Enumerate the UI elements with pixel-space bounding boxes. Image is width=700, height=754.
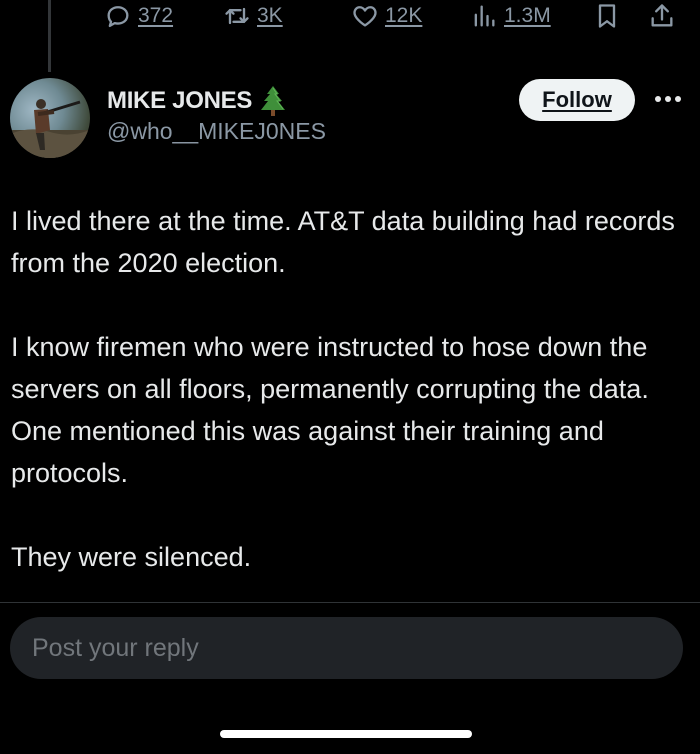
reply-action[interactable]: 372 bbox=[104, 2, 173, 30]
more-options-icon[interactable] bbox=[654, 94, 682, 104]
reply-input[interactable] bbox=[10, 617, 683, 679]
author-handle[interactable]: @who__MIKEJ0NES bbox=[107, 118, 326, 145]
like-count: 12K bbox=[385, 4, 423, 27]
views-chart-icon bbox=[474, 5, 495, 27]
views-action[interactable]: 1.3M bbox=[470, 2, 551, 30]
avatar[interactable] bbox=[10, 78, 90, 158]
bookmark-action[interactable] bbox=[593, 2, 621, 30]
repost-icon bbox=[225, 7, 249, 25]
repost-action[interactable]: 3K bbox=[223, 2, 283, 30]
avatar-hunter-image bbox=[10, 99, 90, 158]
share-action[interactable] bbox=[648, 2, 676, 30]
divider bbox=[0, 602, 700, 603]
tweet-paragraph: I lived there at the time. AT&T data bui… bbox=[11, 206, 675, 278]
view-count: 1.3M bbox=[504, 4, 551, 27]
home-indicator[interactable] bbox=[220, 730, 472, 738]
author-name-row: MIKE JONES bbox=[107, 85, 288, 117]
like-action[interactable]: 12K bbox=[351, 2, 422, 30]
author-display-name[interactable]: MIKE JONES bbox=[107, 87, 252, 115]
tweet-paragraph: They were silenced. bbox=[11, 542, 252, 572]
heart-icon bbox=[353, 6, 377, 27]
follow-button[interactable]: Follow bbox=[519, 79, 635, 121]
tweet-action-bar: 372 3K 12K 1.3M bbox=[0, 0, 700, 36]
share-icon bbox=[651, 4, 673, 27]
tweet-paragraph: I know firemen who were instructed to ho… bbox=[11, 332, 649, 488]
christmas-tree-icon bbox=[258, 85, 288, 117]
tweet-text: I lived there at the time. AT&T data bui… bbox=[11, 200, 691, 578]
reply-count: 372 bbox=[138, 4, 174, 27]
reply-icon bbox=[107, 6, 129, 28]
bookmark-icon bbox=[598, 4, 616, 28]
repost-count: 3K bbox=[257, 4, 283, 27]
